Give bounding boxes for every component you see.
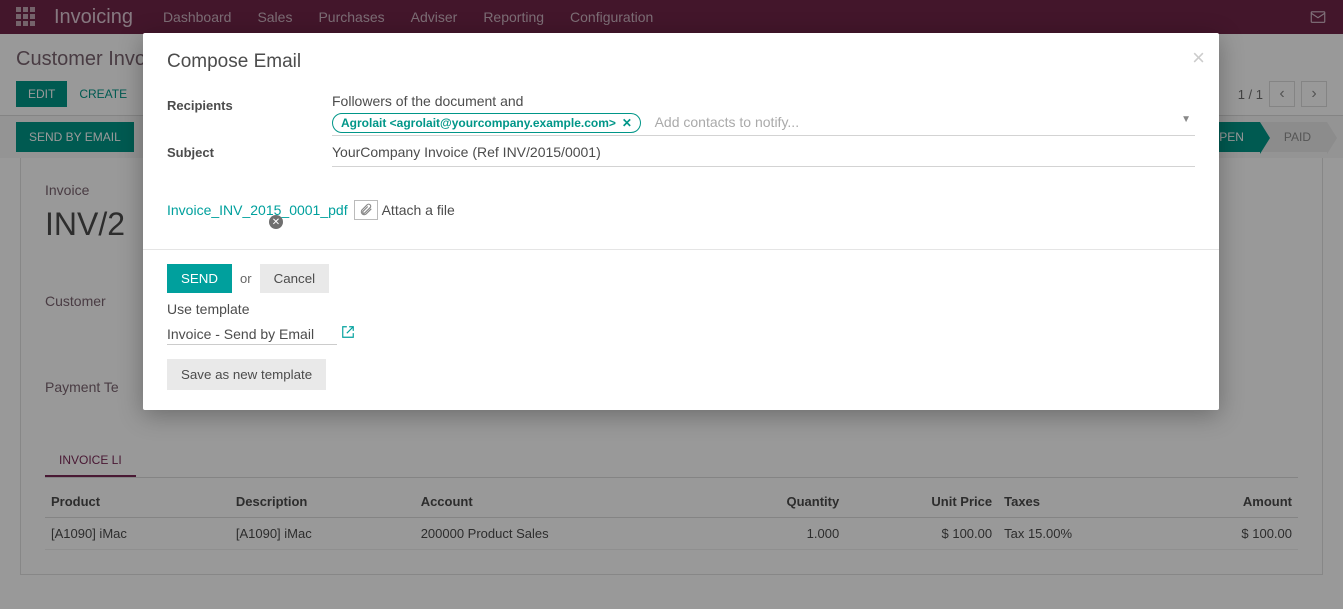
compose-email-modal: × Compose Email Recipients Followers of … xyxy=(143,33,1219,410)
external-link-icon[interactable] xyxy=(341,325,355,342)
subject-input[interactable] xyxy=(332,140,1195,164)
send-button[interactable]: SEND xyxy=(167,264,232,293)
save-template-button[interactable]: Save as new template xyxy=(167,359,326,390)
delete-attachment-icon[interactable]: ✕ xyxy=(269,215,283,229)
attachments-area: Invoice_INV_2015_0001_pdf Attach a file … xyxy=(167,195,1195,225)
recipients-field[interactable]: Followers of the document and Agrolait <… xyxy=(332,93,1195,136)
add-contacts-placeholder[interactable]: Add contacts to notify... xyxy=(651,110,799,130)
close-icon[interactable]: × xyxy=(1192,47,1205,69)
attach-icon[interactable] xyxy=(354,200,378,220)
remove-recipient-icon[interactable]: ✕ xyxy=(622,116,632,130)
use-template-label: Use template xyxy=(167,301,1195,317)
modal-title: Compose Email xyxy=(167,51,1195,73)
attach-file-label[interactable]: Attach a file xyxy=(382,202,455,218)
recipient-tag-label: Agrolait <agrolait@yourcompany.example.c… xyxy=(341,116,616,130)
template-select[interactable]: Invoice - Send by Email xyxy=(167,324,337,345)
recipient-tag: Agrolait <agrolait@yourcompany.example.c… xyxy=(332,113,641,133)
or-text: or xyxy=(240,271,252,286)
cancel-button[interactable]: Cancel xyxy=(260,264,330,293)
modal-footer: SEND or Cancel Use template Invoice - Se… xyxy=(143,249,1219,410)
followers-text: Followers of the document and xyxy=(332,93,1195,109)
attachment-link[interactable]: Invoice_INV_2015_0001_pdf xyxy=(167,202,348,218)
subject-label: Subject xyxy=(167,140,332,160)
recipients-label: Recipients xyxy=(167,93,332,113)
dropdown-icon[interactable]: ▼ xyxy=(1181,114,1191,125)
